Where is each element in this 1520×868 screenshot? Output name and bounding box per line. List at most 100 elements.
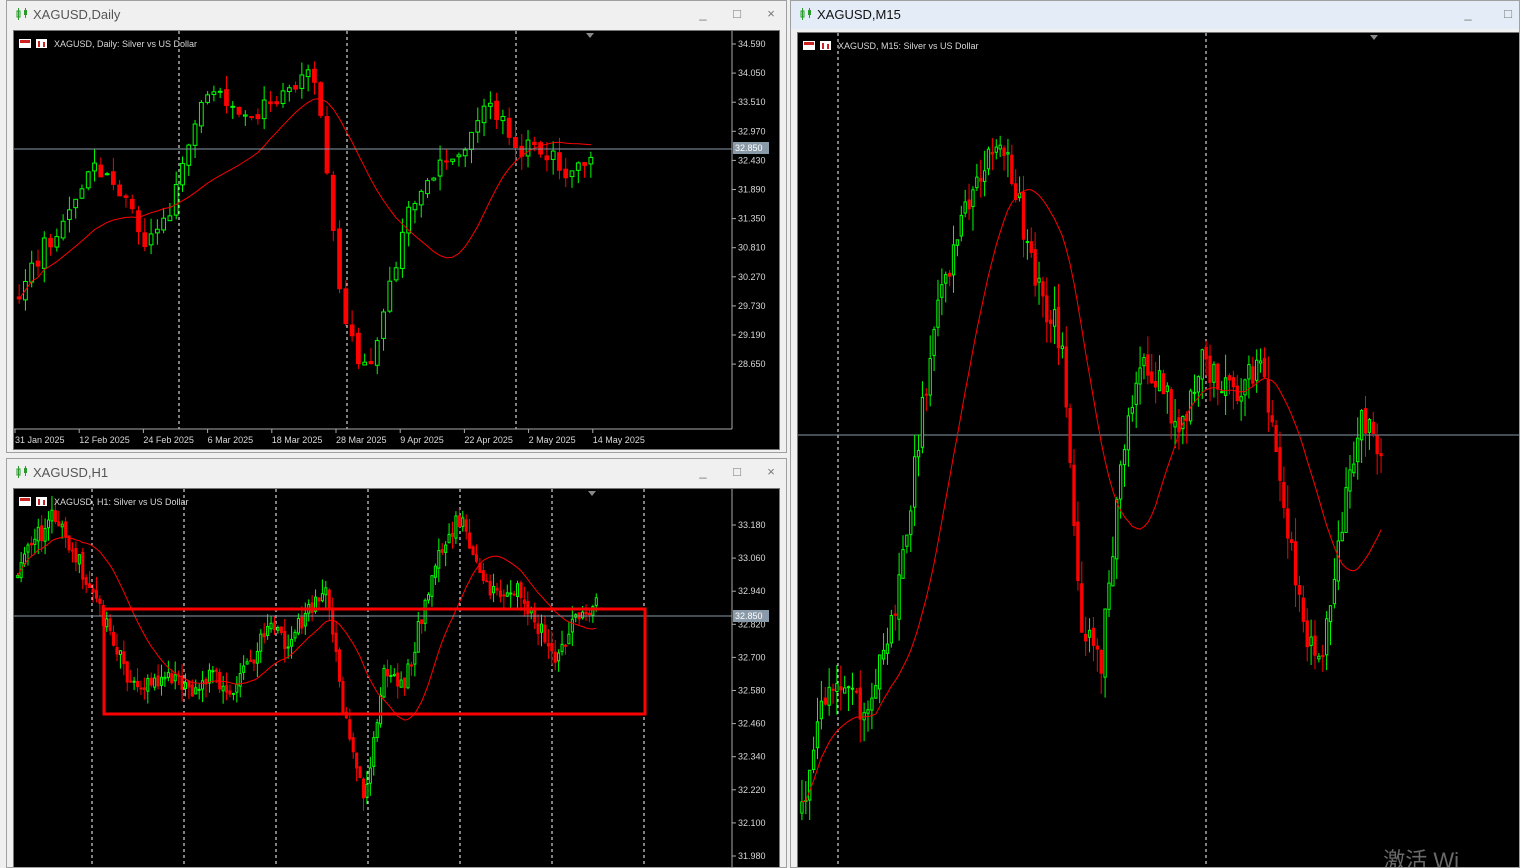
candle bbox=[522, 599, 526, 604]
candle bbox=[971, 189, 975, 208]
candle bbox=[122, 651, 126, 665]
candle bbox=[190, 684, 194, 697]
candle bbox=[1223, 377, 1228, 396]
chart-label: XAGUSD, H1: Silver vs US Dollar bbox=[54, 497, 189, 507]
candle bbox=[1344, 487, 1348, 533]
candle bbox=[1367, 419, 1372, 433]
candle bbox=[300, 616, 304, 629]
candle bbox=[385, 669, 389, 677]
candle bbox=[412, 203, 418, 211]
maximize-button[interactable]: □ bbox=[730, 464, 744, 479]
daily-chart[interactable]: 34.590 34.050 33.510 32.970 32.430 31.890 31.3… bbox=[13, 30, 780, 450]
candle bbox=[539, 623, 544, 633]
candle bbox=[16, 575, 20, 579]
m15-chart[interactable]: XAGUSD, M15: Silver vs US Dollar bbox=[797, 32, 1520, 868]
candle bbox=[850, 687, 855, 690]
candle bbox=[1087, 629, 1092, 638]
candle bbox=[252, 659, 256, 664]
candle bbox=[379, 694, 383, 725]
candle bbox=[1266, 379, 1271, 413]
candle bbox=[361, 778, 366, 799]
candle bbox=[1371, 421, 1375, 434]
candle bbox=[909, 510, 913, 535]
candle bbox=[1064, 346, 1068, 408]
candle bbox=[268, 101, 273, 105]
minimize-button[interactable]: _ bbox=[696, 6, 710, 21]
candle bbox=[1313, 635, 1317, 656]
candle bbox=[893, 613, 897, 616]
daily-chart-canvas[interactable]: 34.590 34.050 33.510 32.970 32.430 31.890 31.3… bbox=[14, 31, 780, 450]
candle bbox=[1216, 363, 1220, 390]
h1-titlebar[interactable]: XAGUSD,H1 _ □ × bbox=[7, 459, 786, 487]
candle bbox=[819, 700, 824, 720]
m15-titlebar[interactable]: XAGUSD,M15 _ □ bbox=[791, 1, 1519, 29]
candle bbox=[1359, 410, 1364, 441]
candle bbox=[897, 574, 901, 620]
close-button[interactable]: × bbox=[764, 6, 778, 21]
candle bbox=[368, 360, 374, 365]
candle bbox=[1161, 373, 1166, 395]
candle bbox=[153, 677, 157, 688]
price-label: 32.220 bbox=[738, 785, 766, 795]
candle bbox=[557, 652, 561, 662]
flag-stripe bbox=[20, 40, 30, 43]
candle bbox=[351, 737, 355, 753]
candle bbox=[1153, 380, 1158, 388]
candle bbox=[951, 244, 956, 276]
candle bbox=[26, 544, 30, 553]
candle bbox=[575, 162, 581, 171]
candle bbox=[117, 184, 123, 197]
date-label: 24 Feb 2025 bbox=[143, 435, 194, 445]
candle bbox=[77, 554, 81, 565]
price-label: 32.430 bbox=[738, 155, 766, 165]
candle bbox=[1309, 636, 1313, 646]
candle bbox=[1375, 435, 1379, 455]
consolidation-range-box bbox=[102, 607, 647, 716]
candle bbox=[959, 214, 963, 237]
candle bbox=[283, 630, 287, 650]
maximize-button[interactable]: □ bbox=[1501, 6, 1515, 21]
candle bbox=[570, 618, 574, 633]
minimize-button[interactable]: _ bbox=[696, 464, 710, 479]
candle bbox=[225, 685, 229, 693]
candle bbox=[425, 180, 430, 195]
candle bbox=[1356, 437, 1360, 463]
candle bbox=[866, 709, 870, 714]
candle bbox=[286, 646, 290, 649]
window-title: XAGUSD,H1 bbox=[33, 465, 109, 480]
candle bbox=[1258, 360, 1263, 364]
maximize-button[interactable]: □ bbox=[730, 6, 744, 21]
candle bbox=[461, 517, 465, 527]
price-label: 32.700 bbox=[738, 652, 766, 662]
candle bbox=[235, 683, 239, 693]
candle bbox=[1130, 406, 1134, 414]
candle bbox=[341, 681, 345, 716]
candle bbox=[1340, 531, 1344, 542]
candle bbox=[198, 101, 204, 127]
candle bbox=[588, 156, 594, 165]
candle bbox=[594, 597, 598, 606]
candle bbox=[173, 184, 179, 216]
candle bbox=[375, 722, 379, 739]
h1-chart[interactable]: 33.180 33.060 32.940 32.820 32.700 32.580 32.4… bbox=[13, 488, 780, 868]
candle bbox=[272, 622, 277, 631]
minimize-button[interactable]: _ bbox=[1461, 6, 1475, 21]
daily-titlebar[interactable]: XAGUSD,Daily _ □ × bbox=[7, 1, 786, 29]
h1-chart-canvas[interactable]: 33.18033.06032.94032.82032.70032.58032.4… bbox=[14, 489, 780, 868]
candle bbox=[355, 752, 359, 769]
candle bbox=[305, 69, 311, 78]
candle bbox=[48, 237, 53, 248]
candle bbox=[317, 597, 321, 602]
candle bbox=[1056, 306, 1061, 349]
candle bbox=[858, 687, 862, 720]
candle bbox=[1247, 364, 1251, 380]
window-title: XAGUSD,Daily bbox=[33, 7, 121, 22]
chart-label: XAGUSD, Daily: Silver vs US Dollar bbox=[54, 39, 197, 49]
candle bbox=[1328, 605, 1333, 623]
candle bbox=[290, 638, 294, 647]
close-button[interactable]: × bbox=[764, 464, 778, 479]
chart-type-bar bbox=[43, 42, 45, 47]
candle bbox=[85, 171, 91, 189]
candle bbox=[500, 116, 506, 122]
m15-chart-canvas[interactable]: XAGUSD, M15: Silver vs US Dollar bbox=[798, 33, 1520, 868]
